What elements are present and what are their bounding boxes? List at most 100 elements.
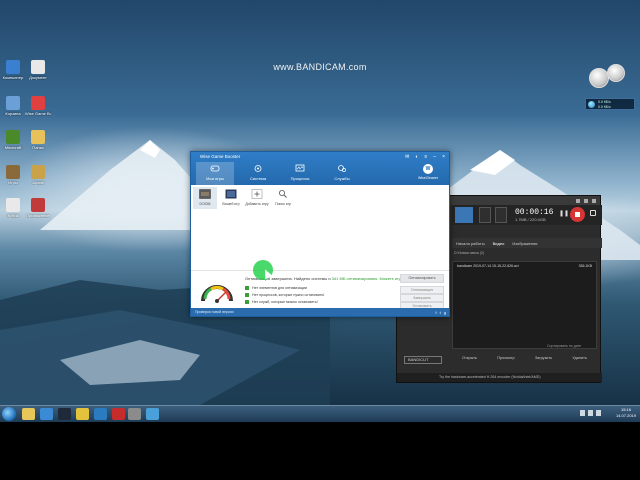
taskbar: 15:16 14.07.2019 [0, 405, 640, 422]
game-label: DOOM [199, 202, 211, 206]
wise-icon [31, 96, 45, 110]
desktop-icon[interactable]: Кубик [0, 198, 26, 218]
settings-icon[interactable] [576, 198, 580, 203]
file-name: bandicam 2019-07-14 15-15-22-626.avi [457, 264, 519, 268]
bandicam-icon[interactable] [112, 408, 125, 420]
desktop-icon[interactable]: Компьютер [0, 60, 26, 80]
desktop-icon[interactable]: Архив [25, 165, 51, 185]
check-icon [245, 300, 249, 305]
game-label: Вашей игр [222, 202, 240, 206]
bandicut-button[interactable]: BANDICUT [404, 356, 442, 364]
window-title: Wise Game Booster [200, 154, 241, 159]
tab-label: Система [249, 176, 267, 181]
tab-my-games[interactable]: Мои игры [196, 162, 234, 185]
opt-item: Нет служб, которые можно остановить! [245, 300, 318, 305]
tab-images[interactable]: Изображения [512, 241, 537, 246]
close-icon[interactable] [592, 198, 596, 203]
explorer-icon[interactable] [22, 408, 35, 420]
game-icon [6, 165, 20, 179]
facebook-icon[interactable]: f [436, 309, 437, 317]
camera-icon[interactable] [590, 210, 596, 216]
sort-label[interactable]: Сортировать по дате [547, 344, 581, 348]
bandicam-footer[interactable]: Try the hardware-accelerated H.264 encod… [397, 373, 602, 382]
minimize-icon[interactable] [584, 198, 588, 203]
twitter-icon[interactable]: t [440, 309, 441, 317]
wisecleaner-label: WiseCleaner [417, 176, 439, 180]
desktop-icon[interactable]: Документ [25, 60, 51, 80]
game-mode-icon[interactable] [479, 207, 491, 223]
optimize-system-button[interactable]: Оптимизация [400, 286, 444, 294]
network-monitor[interactable]: 0.0 КБ/с 0.0 КБ/с [585, 98, 635, 110]
tab-label: Процессы [290, 176, 310, 181]
desktop-icon-label: Корзина [5, 111, 21, 116]
pause-icon[interactable]: ❚❚ [559, 210, 569, 217]
tray-icons [580, 410, 601, 416]
theme-icon[interactable]: ◐ [415, 154, 418, 160]
wisecleaner-link[interactable]: W WiseCleaner [415, 164, 441, 180]
desktop-icon[interactable]: Папка [25, 130, 51, 150]
desktop-icon[interactable]: Корзина [0, 96, 26, 116]
clock-date: 14.07.2019 [615, 413, 636, 418]
wise-game-booster-window[interactable]: Wise Game Booster ✉ ◐ ≡ – × Мои игры Сис… [190, 151, 450, 317]
desktop-icon-label: Игры [8, 180, 18, 185]
menu-icon[interactable]: ≡ [424, 154, 427, 160]
record-timer: 00:00:16 [515, 208, 554, 217]
media-player-icon[interactable] [40, 408, 53, 420]
wise-game-booster-icon[interactable] [94, 408, 107, 420]
network-icon[interactable] [588, 410, 593, 416]
google-icon[interactable]: g [444, 309, 446, 317]
preview-button[interactable]: Просмотр [497, 356, 514, 360]
finish-processes-button[interactable]: Завершить [400, 294, 444, 302]
clock-ball-icon [607, 64, 625, 82]
home-icon[interactable] [455, 207, 473, 223]
upload-button[interactable]: Загрузить [535, 356, 552, 360]
tab-video[interactable]: Видео [493, 241, 505, 246]
tab-processes[interactable]: Процессы [281, 162, 319, 185]
desktop-icon-label: Minecraft [4, 145, 22, 150]
window-controls: ✉ ◐ ≡ – × [405, 154, 445, 160]
status-text[interactable]: Проверка новой версии [195, 310, 234, 314]
output-path[interactable]: D:\Новая папка (2) [452, 251, 597, 259]
social-icons: f t g [436, 309, 446, 317]
file-row[interactable]: bandicam 2019-07-14 15-15-22-626.avi 336… [453, 262, 596, 270]
flag-icon[interactable] [580, 410, 585, 416]
clock[interactable]: 15:16 14.07.2019 [616, 407, 636, 419]
stop-record-button[interactable] [570, 207, 585, 222]
desktop: www.BANDICAM.com Компьютер Документ Корзин… [0, 0, 640, 405]
wise-header: Wise Game Booster ✉ ◐ ≡ – × Мои игры Сис… [191, 152, 449, 185]
games-list: DOOM Вашей игр Добавить игру Поиск игр [193, 187, 295, 209]
archive-icon [31, 165, 45, 179]
game-item-doom[interactable]: DOOM [193, 187, 217, 209]
tab-services[interactable]: Службы [323, 162, 361, 185]
plus-icon [251, 189, 263, 199]
status-bar: Проверка новой версии f t g [191, 308, 449, 316]
app-icon [31, 198, 45, 212]
close-icon[interactable]: × [442, 154, 445, 160]
desktop-icon[interactable]: Minecraft [0, 130, 26, 150]
tab-start[interactable]: Начало работы [456, 241, 485, 246]
steam-icon[interactable] [58, 408, 71, 420]
open-button[interactable]: Открыть [462, 356, 477, 360]
delete-button[interactable]: Удалить [572, 356, 587, 360]
desktop-icon[interactable]: Игры [0, 165, 26, 185]
desktop-icon[interactable]: Приложение [25, 198, 51, 218]
volume-icon[interactable] [596, 410, 601, 416]
search-games-button[interactable]: Поиск игр [271, 187, 295, 209]
search-icon [279, 190, 287, 198]
tab-label: Мои игры [206, 176, 224, 181]
feedback-icon[interactable]: ✉ [405, 154, 409, 160]
tool-icon[interactable] [128, 408, 141, 420]
game-item-your-games[interactable]: Вашей игр [219, 187, 243, 209]
start-button[interactable] [2, 407, 16, 421]
clock-ball-icon [589, 68, 609, 88]
device-mode-icon[interactable] [495, 207, 507, 223]
optimize-button[interactable]: Оптимизировать [400, 274, 444, 283]
app-icon[interactable] [146, 408, 159, 420]
minimize-icon[interactable]: – [433, 154, 436, 160]
desktop-icon[interactable]: Wise Game Booster [25, 96, 51, 116]
computer-icon [6, 60, 20, 74]
add-game-button[interactable]: Добавить игру [245, 187, 269, 209]
chrome-icon[interactable] [76, 408, 89, 420]
tab-system[interactable]: Система [239, 162, 277, 185]
check-icon [245, 286, 249, 291]
